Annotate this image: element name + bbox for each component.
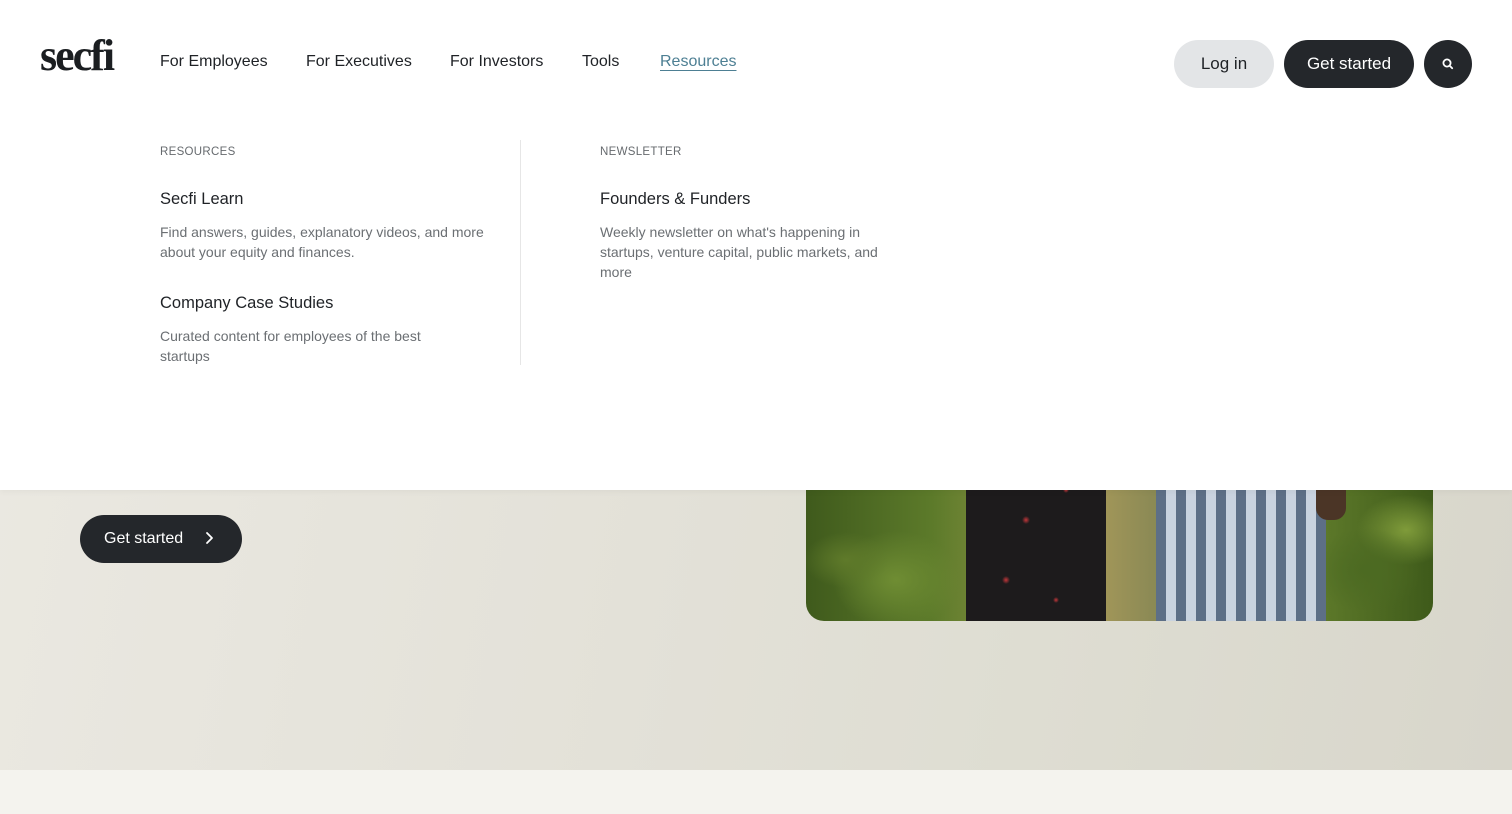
- hero-get-started-button[interactable]: Get started: [80, 515, 242, 563]
- company-case-studies-description: Curated content for employees of the bes…: [160, 328, 421, 364]
- nav-item-for-employees[interactable]: For Employees: [160, 52, 268, 72]
- chevron-right-icon: [206, 532, 213, 544]
- search-icon: [1442, 58, 1454, 70]
- company-case-studies-link[interactable]: Company Case Studies: [160, 293, 333, 313]
- secfi-learn-description: Find answers, guides, explanatory videos…: [160, 224, 484, 260]
- founders-funders-description: Weekly newsletter on what's happening in…: [600, 224, 878, 280]
- nav-item-for-investors[interactable]: For Investors: [450, 52, 543, 72]
- hero-get-started-label: Get started: [104, 530, 184, 547]
- below-hero-section: [0, 770, 1512, 814]
- column-divider: [520, 140, 521, 365]
- secfi-learn-link[interactable]: Secfi Learn: [160, 189, 243, 209]
- resources-heading: RESOURCES: [160, 146, 236, 158]
- founders-funders-link[interactable]: Founders & Funders: [600, 189, 750, 209]
- login-button[interactable]: Log in: [1174, 40, 1274, 88]
- get-started-button[interactable]: Get started: [1284, 40, 1414, 88]
- search-button[interactable]: [1424, 40, 1472, 88]
- nav-item-tools[interactable]: Tools: [582, 52, 619, 72]
- mega-menu-panel: secfi For Employees For Executives For I…: [0, 0, 1512, 490]
- newsletter-heading: NEWSLETTER: [600, 146, 682, 158]
- nav-item-resources[interactable]: Resources: [660, 52, 736, 72]
- secfi-logo[interactable]: secfi: [40, 34, 115, 78]
- nav-item-for-executives[interactable]: For Executives: [306, 52, 412, 72]
